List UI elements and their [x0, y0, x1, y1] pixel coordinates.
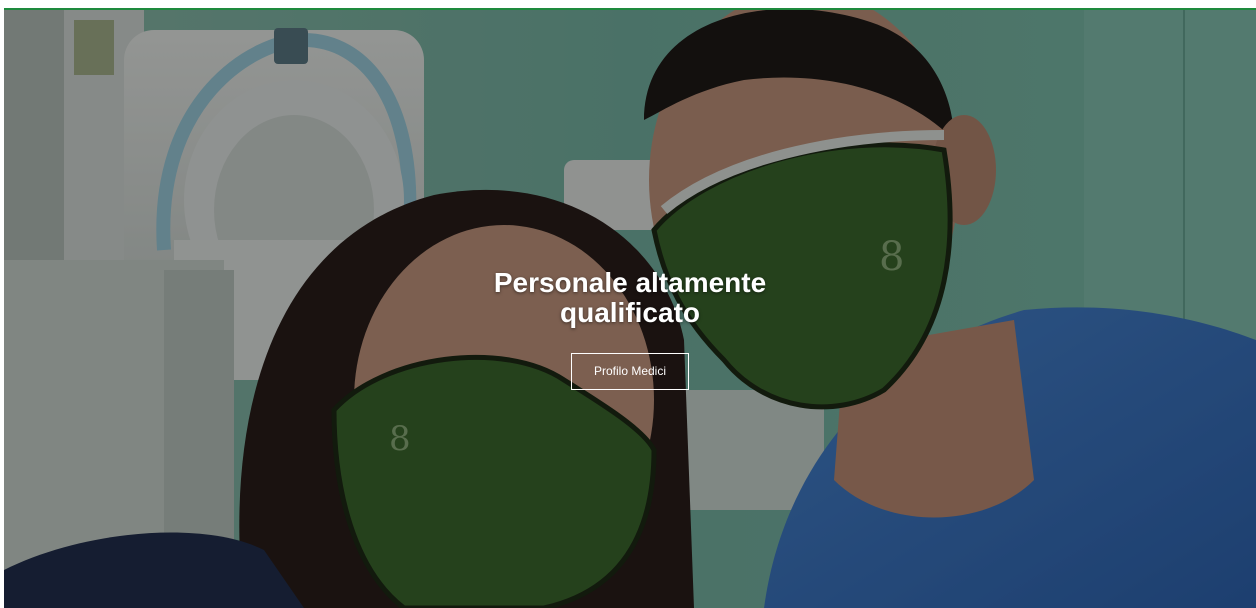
hero-caption: Personale altamente qualificato Profilo … [4, 268, 1256, 390]
hero-title: Personale altamente qualificato [493, 267, 767, 328]
page: 8 8 Personale altamente qualificato Prof… [0, 0, 1256, 608]
hero-slider: 8 8 Personale altamente qualificato Prof… [4, 10, 1256, 608]
profilo-medici-button[interactable]: Profilo Medici [570, 353, 690, 390]
